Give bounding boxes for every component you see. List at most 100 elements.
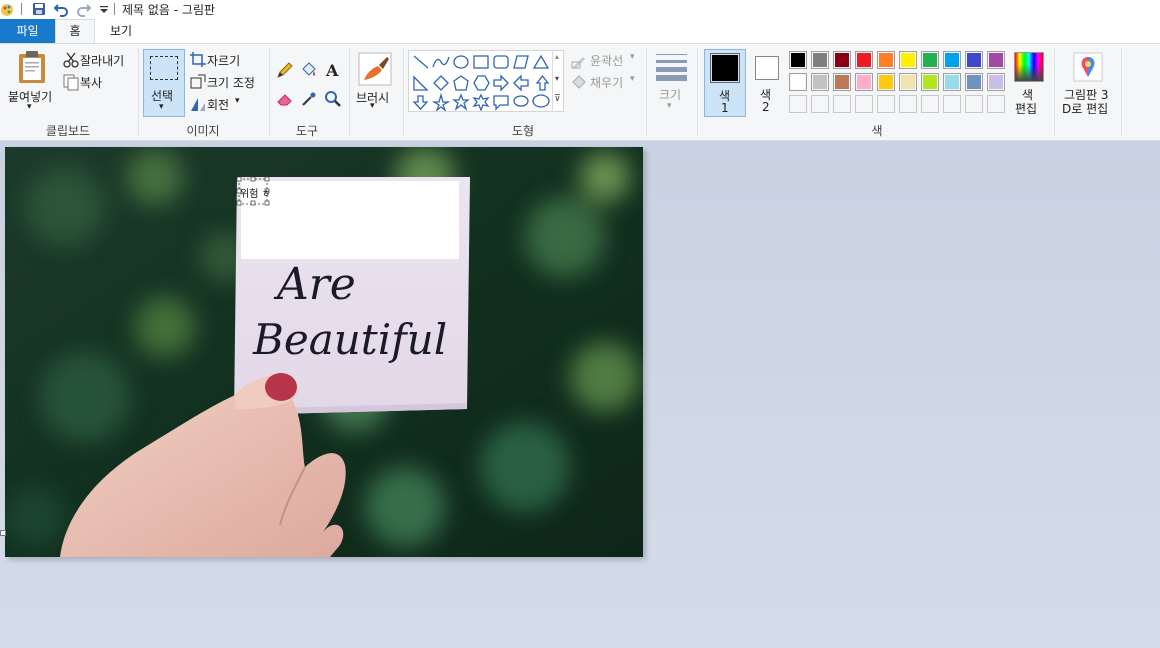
palette-custom-slot[interactable] xyxy=(987,95,1005,113)
palette-color-swatch[interactable] xyxy=(877,73,895,91)
color1-button[interactable]: 색 1 xyxy=(704,49,746,117)
drawing-canvas[interactable]: 위험 ㅎ Are Beautiful xyxy=(5,147,643,557)
customize-quick-access-icon[interactable] xyxy=(96,1,112,17)
palette-color-fill xyxy=(989,75,1003,89)
chevron-down-icon[interactable]: ▾ xyxy=(235,96,240,106)
color-spectrum-icon xyxy=(1014,52,1044,82)
palette-color-swatch[interactable] xyxy=(943,73,961,91)
palette-color-swatch[interactable] xyxy=(943,51,961,69)
color-picker-icon[interactable] xyxy=(300,90,318,108)
resize-icon xyxy=(190,74,206,89)
resize-button[interactable]: 크기 조정 xyxy=(207,74,255,91)
palette-custom-slot[interactable] xyxy=(789,95,807,113)
tab-home[interactable]: 홈 xyxy=(55,19,95,44)
color2-number: 2 xyxy=(762,100,770,114)
chevron-down-icon: ▾ xyxy=(667,101,672,111)
cut-button[interactable]: 잘라내기 xyxy=(80,52,124,69)
palette-color-fill xyxy=(879,75,893,89)
shapes-group-label: 도형 xyxy=(511,124,535,138)
color2-swatch xyxy=(755,56,779,80)
pencil-icon[interactable] xyxy=(276,61,294,79)
brush-icon xyxy=(358,52,392,86)
color2-button[interactable]: 색 2 xyxy=(750,49,784,117)
palette-color-swatch[interactable] xyxy=(811,51,829,69)
palette-color-swatch[interactable] xyxy=(811,73,829,91)
svg-text:A: A xyxy=(325,61,339,79)
palette-color-fill xyxy=(945,75,959,89)
chevron-down-icon: ▾ xyxy=(27,102,32,112)
fill-icon xyxy=(572,75,586,89)
palette-color-swatch[interactable] xyxy=(965,51,983,69)
palette-custom-slot[interactable] xyxy=(877,95,895,113)
copy-button[interactable]: 복사 xyxy=(80,74,102,91)
brush-button[interactable]: 브러시 ▾ xyxy=(354,49,396,117)
palette-color-swatch[interactable] xyxy=(877,51,895,69)
palette-color-swatch[interactable] xyxy=(921,73,939,91)
palette-custom-slot[interactable] xyxy=(833,95,851,113)
palette-color-swatch[interactable] xyxy=(899,51,917,69)
rotate-icon xyxy=(191,98,205,111)
magnifier-icon[interactable] xyxy=(324,90,342,108)
redo-icon[interactable] xyxy=(76,1,92,17)
image-group-label: 이미지 xyxy=(186,124,220,138)
paste-button[interactable]: 붙여넣기 ▾ xyxy=(6,48,56,116)
palette-custom-slot[interactable] xyxy=(899,95,917,113)
outline-button[interactable]: 윤곽선 xyxy=(590,52,623,69)
palette-color-swatch[interactable] xyxy=(789,73,807,91)
tab-view[interactable]: 보기 xyxy=(96,19,146,43)
palette-color-fill xyxy=(813,53,827,67)
fill-bucket-icon[interactable] xyxy=(300,61,318,79)
canvas-photo: 위험 ㅎ Are Beautiful xyxy=(5,147,643,557)
palette-custom-slot[interactable] xyxy=(811,95,829,113)
palette-color-fill xyxy=(901,53,915,67)
chevron-down-icon[interactable]: ▾ xyxy=(555,74,559,83)
crop-icon xyxy=(190,52,206,67)
palette-color-fill xyxy=(989,53,1003,67)
palette-color-fill xyxy=(923,53,937,67)
palette-color-swatch[interactable] xyxy=(965,73,983,91)
note-text-line2: Beautiful xyxy=(252,315,447,364)
undo-icon[interactable] xyxy=(53,1,69,17)
chevron-down-icon[interactable]: ▾ xyxy=(630,52,635,62)
palette-color-fill xyxy=(879,53,893,67)
chevron-down-icon: ▾ xyxy=(159,102,164,112)
palette-color-fill xyxy=(967,53,981,67)
eraser-icon[interactable] xyxy=(276,90,294,108)
tab-file[interactable]: 파일 xyxy=(0,19,55,43)
canvas-resize-handle[interactable] xyxy=(0,530,6,536)
fill-button[interactable]: 채우기 xyxy=(590,74,623,91)
palette-color-swatch[interactable] xyxy=(855,51,873,69)
palette-custom-slot[interactable] xyxy=(855,95,873,113)
rotate-button[interactable]: 회전 xyxy=(207,96,229,113)
palette-color-swatch[interactable] xyxy=(789,51,807,69)
edit-colors-line2: 편집 xyxy=(1015,102,1038,116)
palette-color-swatch[interactable] xyxy=(899,73,917,91)
palette-color-swatch[interactable] xyxy=(921,51,939,69)
color1-number: 1 xyxy=(721,101,729,115)
copy-icon xyxy=(63,74,79,91)
edit-colors-button[interactable]: 색 편집 xyxy=(1010,49,1046,117)
chevron-down-icon: ▾ xyxy=(370,101,375,111)
colors-group-label: 색 xyxy=(871,124,883,138)
select-button[interactable]: 선택 ▾ xyxy=(143,49,185,117)
palette-color-swatch[interactable] xyxy=(833,73,851,91)
expand-gallery-icon[interactable]: ⊽ xyxy=(554,94,561,104)
palette-custom-slot[interactable] xyxy=(943,95,961,113)
chevron-down-icon[interactable]: ▾ xyxy=(630,74,635,84)
palette-color-swatch[interactable] xyxy=(987,51,1005,69)
palette-custom-slot[interactable] xyxy=(921,95,939,113)
palette-color-swatch[interactable] xyxy=(855,73,873,91)
window-title: 제목 없음 - 그림판 xyxy=(122,3,216,17)
palette-color-swatch[interactable] xyxy=(833,51,851,69)
chevron-up-icon[interactable]: ▴ xyxy=(555,52,559,61)
shapes-scroll[interactable]: ▴ ▾ ⊽ xyxy=(552,50,565,112)
crop-button[interactable]: 자르기 xyxy=(207,52,240,69)
save-icon[interactable] xyxy=(31,1,47,17)
palette-custom-slot[interactable] xyxy=(965,95,983,113)
size-button[interactable]: 크기 ▾ xyxy=(651,49,691,117)
shapes-gallery[interactable] xyxy=(408,50,564,112)
edit-with-paint3d-button[interactable]: 그림판 3 D로 편집 xyxy=(1060,49,1116,117)
palette-color-swatch[interactable] xyxy=(987,73,1005,91)
palette-color-fill xyxy=(945,53,959,67)
text-tool-icon[interactable]: A xyxy=(324,61,342,79)
